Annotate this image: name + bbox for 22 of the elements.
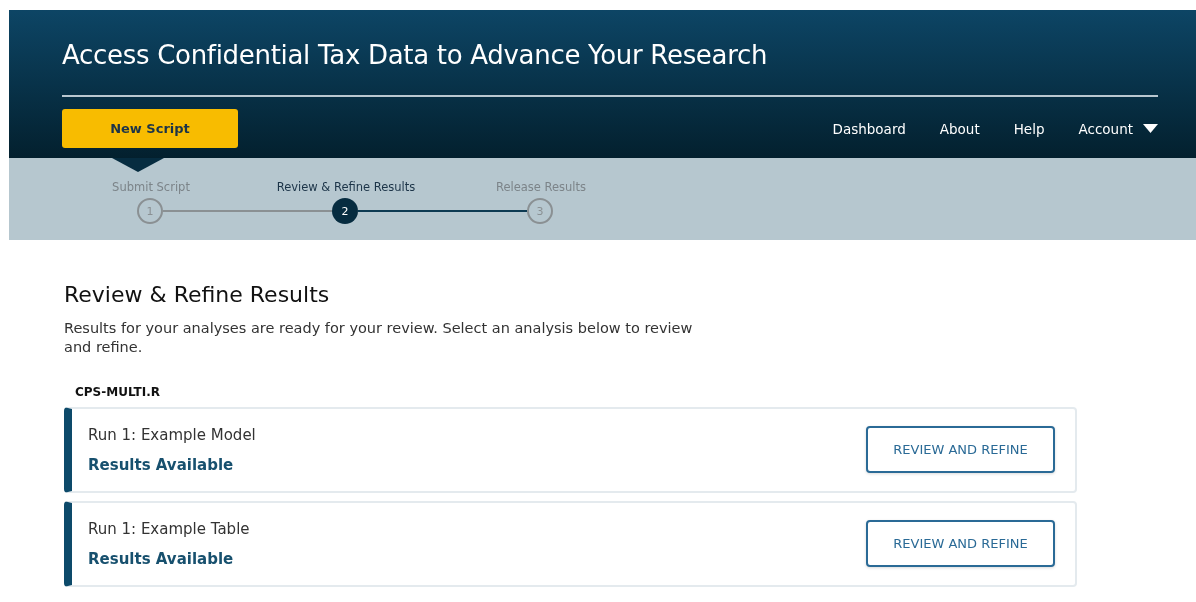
- caret-icon: [1143, 124, 1158, 133]
- nav-link[interactable]: Dashboard: [832, 120, 906, 137]
- step-label: Release Results: [495, 180, 587, 194]
- file-name: CPS-MULTI.R: [75, 384, 162, 399]
- review-button[interactable]: REVIEW AND REFINE: [866, 520, 1055, 568]
- nav-link[interactable]: Help: [1013, 120, 1045, 137]
- section-heading: Review & Refine Results: [64, 282, 331, 307]
- step-label: Submit Script: [112, 180, 190, 194]
- run-status: Results Available: [88, 549, 235, 568]
- page-title: Access Confidential Tax Data to Advance Your Research: [62, 10, 1158, 97]
- step-circle: 2: [332, 198, 358, 224]
- run-name: Run 1: Example Table: [88, 519, 250, 538]
- step-circle: 3: [527, 198, 553, 224]
- run-status: Results Available: [88, 455, 235, 474]
- step-circle: 1: [137, 198, 163, 224]
- review-button[interactable]: REVIEW AND REFINE: [866, 426, 1055, 474]
- new-script-button[interactable]: New Script: [62, 109, 238, 148]
- account-menu[interactable]: Account: [1078, 120, 1158, 137]
- step-label: Review & Refine Results: [276, 180, 416, 194]
- description-text: Results for your analyses are ready for your review. Select an analysis below to review and refine.: [64, 319, 694, 357]
- run-name: Run 1: Example Model: [88, 425, 256, 444]
- nav-link[interactable]: About: [939, 120, 980, 137]
